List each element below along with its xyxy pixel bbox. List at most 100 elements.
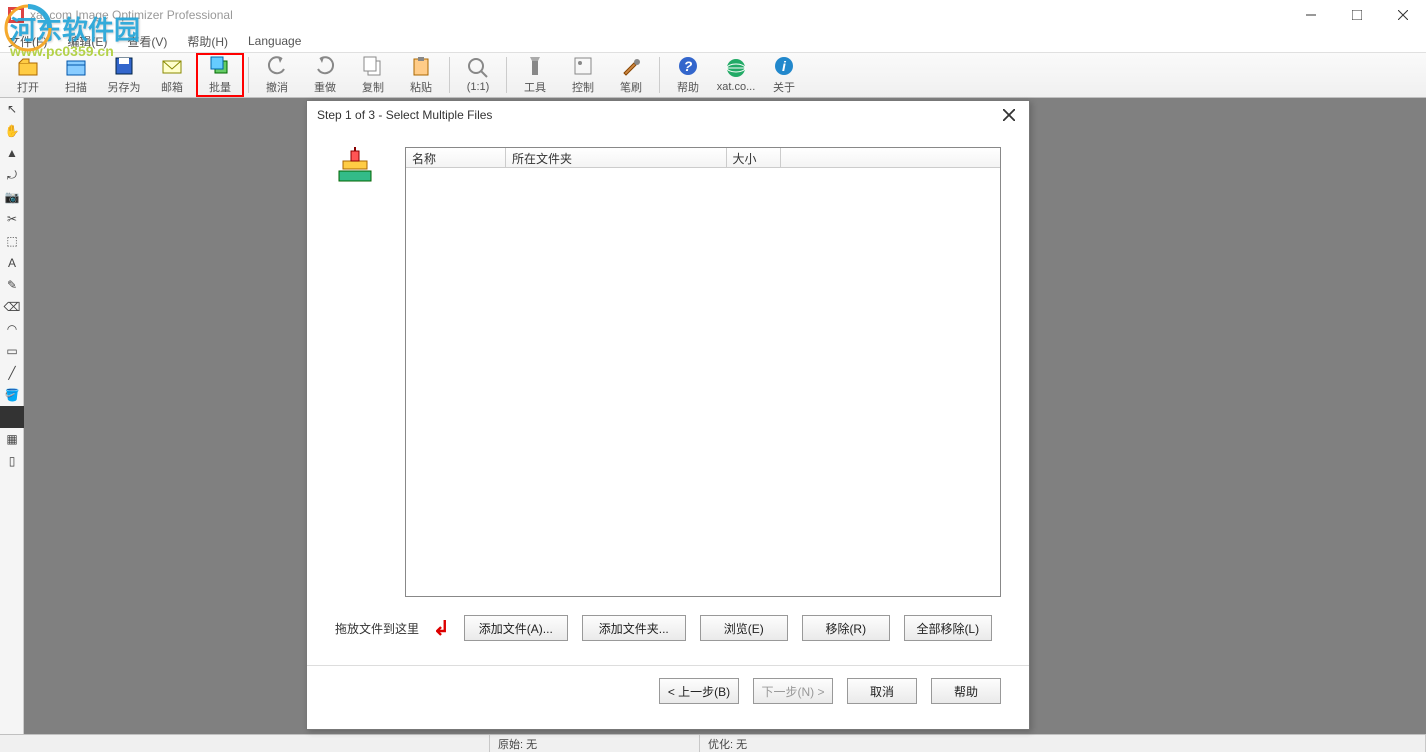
tool-grid-icon[interactable]: ▦: [0, 428, 24, 450]
redo-icon: [314, 55, 336, 77]
menu-help[interactable]: 帮助(H): [183, 31, 232, 52]
toolbar-about-button[interactable]: i 关于: [760, 53, 808, 97]
listbox-header: 名称 所在文件夹 大小: [406, 148, 1000, 168]
toolbar-help-button[interactable]: ?帮助: [664, 53, 712, 97]
tool-layer-icon[interactable]: ▯: [0, 450, 24, 472]
dialog-close-button[interactable]: [999, 105, 1019, 125]
tool-pointer-icon[interactable]: ↖: [0, 98, 24, 120]
open-icon: [17, 55, 39, 77]
toolbar-copy-button[interactable]: 复制: [349, 53, 397, 97]
menu-edit[interactable]: 编辑(E): [63, 31, 111, 52]
col-name[interactable]: 名称: [406, 148, 506, 167]
toolbar-saveas-button[interactable]: 另存为: [100, 53, 148, 97]
statusbar: 原始: 无 优化: 无: [0, 734, 1426, 752]
add-folder-button[interactable]: 添加文件夹...: [582, 615, 686, 641]
drop-hint-label: 拖放文件到这里: [335, 620, 419, 637]
toolbar-label: 撤消: [266, 79, 288, 95]
toolbar-label: 控制: [572, 79, 594, 95]
tool-curve-icon[interactable]: ◠: [0, 318, 24, 340]
toolbar-paste-button[interactable]: 粘贴: [397, 53, 445, 97]
next-button[interactable]: 下一步(N) >: [753, 678, 833, 704]
back-button[interactable]: < 上一步(B): [659, 678, 739, 704]
toolbar-separator: [449, 57, 450, 93]
menu-language[interactable]: Language: [244, 32, 305, 50]
toolbar: 打开 扫描另存为邮箱 批量 撤消重做复制粘贴 (1:1) 工具 控制 笔刷 ?帮助 xat.co.…: [0, 52, 1426, 98]
menu-file[interactable]: 文件(F): [4, 31, 51, 52]
toolbar-label: 批量: [209, 79, 231, 95]
tool-fill-icon[interactable]: 🪣: [0, 384, 24, 406]
cancel-button[interactable]: 取消: [847, 678, 917, 704]
toolbar-scan-button[interactable]: 扫描: [52, 53, 100, 97]
col-extra[interactable]: [781, 148, 1001, 167]
titlebar: xat.com Image Optimizer Professional: [0, 0, 1426, 30]
toolbar-redo-button[interactable]: 重做: [301, 53, 349, 97]
toolbar-label: 笔刷: [620, 79, 642, 95]
toolbar-label: 打开: [17, 79, 39, 95]
browse-button[interactable]: 浏览(E): [700, 615, 788, 641]
add-file-button[interactable]: 添加文件(A)...: [464, 615, 568, 641]
control-icon: [572, 55, 594, 77]
toolbar-control-button[interactable]: 控制: [559, 53, 607, 97]
remove-all-button[interactable]: 全部移除(L): [904, 615, 992, 641]
tool-flip-icon[interactable]: ⤾: [0, 164, 24, 186]
status-empty: [0, 735, 490, 752]
about-icon: i: [773, 55, 795, 77]
tool-eraser-icon[interactable]: ⌫: [0, 296, 24, 318]
web-icon: [725, 57, 747, 79]
batch-dialog: Step 1 of 3 - Select Multiple Files 名称 所…: [306, 100, 1030, 730]
tool-zoom-icon[interactable]: ▲: [0, 142, 24, 164]
toolbar-undo-button[interactable]: 撤消: [253, 53, 301, 97]
toolbar-zoom11-button[interactable]: (1:1): [454, 53, 502, 97]
window-title: xat.com Image Optimizer Professional: [30, 8, 233, 22]
paste-icon: [410, 55, 432, 77]
wizard-step-icon: [335, 147, 385, 597]
col-size[interactable]: 大小: [727, 148, 781, 167]
toolbar-web-button[interactable]: xat.co...: [712, 53, 760, 97]
tool-rect-icon[interactable]: ▭: [0, 340, 24, 362]
tool-crop-icon[interactable]: ✂: [0, 208, 24, 230]
tool-line-icon[interactable]: ╱: [0, 362, 24, 384]
col-folder[interactable]: 所在文件夹: [506, 148, 727, 167]
tool-pick-icon[interactable]: 📷: [0, 186, 24, 208]
minimize-button[interactable]: [1288, 0, 1334, 30]
tools-icon: [524, 55, 546, 77]
status-optimized: 优化: 无: [700, 735, 1426, 752]
toolbar-label: 工具: [524, 79, 546, 95]
saveas-icon: [113, 55, 135, 77]
tool-color-icon[interactable]: [0, 406, 24, 428]
drop-arrow-icon: ↲: [433, 616, 450, 641]
toolbar-label: xat.co...: [717, 81, 756, 93]
toolbar-open-button[interactable]: 打开: [4, 53, 52, 97]
toolbar-brush-button[interactable]: 笔刷: [607, 53, 655, 97]
tool-resize-icon[interactable]: ⬚: [0, 230, 24, 252]
menubar: 文件(F) 编辑(E) 查看(V) 帮助(H) Language: [0, 30, 1426, 52]
undo-icon: [266, 55, 288, 77]
maximize-button[interactable]: [1334, 0, 1380, 30]
brush-icon: [620, 55, 642, 77]
remove-button[interactable]: 移除(R): [802, 615, 890, 641]
help-button[interactable]: 帮助: [931, 678, 1001, 704]
file-listbox[interactable]: 名称 所在文件夹 大小: [405, 147, 1001, 597]
toolbar-mail-button[interactable]: 邮箱: [148, 53, 196, 97]
status-original: 原始: 无: [490, 735, 700, 752]
toolbar-label: 邮箱: [161, 79, 183, 95]
tool-text-icon[interactable]: A: [0, 252, 24, 274]
dialog-separator: [307, 665, 1029, 666]
toolbar-label: 扫描: [65, 79, 87, 95]
zoom11-icon: [467, 57, 489, 79]
close-button[interactable]: [1380, 0, 1426, 30]
toolbar-separator: [248, 57, 249, 93]
toolbar-label: 复制: [362, 79, 384, 95]
toolbar-label: 关于: [773, 79, 795, 95]
tool-pencil-icon[interactable]: ✎: [0, 274, 24, 296]
menu-view[interactable]: 查看(V): [123, 31, 171, 52]
copy-icon: [362, 55, 384, 77]
batch-icon: [209, 55, 231, 77]
toolbar-tools-button[interactable]: 工具: [511, 53, 559, 97]
toolbar-separator: [506, 57, 507, 93]
toolbar-label: (1:1): [467, 81, 490, 93]
tool-hand-icon[interactable]: ✋: [0, 120, 24, 142]
toolbar-batch-button[interactable]: 批量: [196, 53, 244, 97]
toolbar-separator: [659, 57, 660, 93]
toolbar-label: 帮助: [677, 79, 699, 95]
